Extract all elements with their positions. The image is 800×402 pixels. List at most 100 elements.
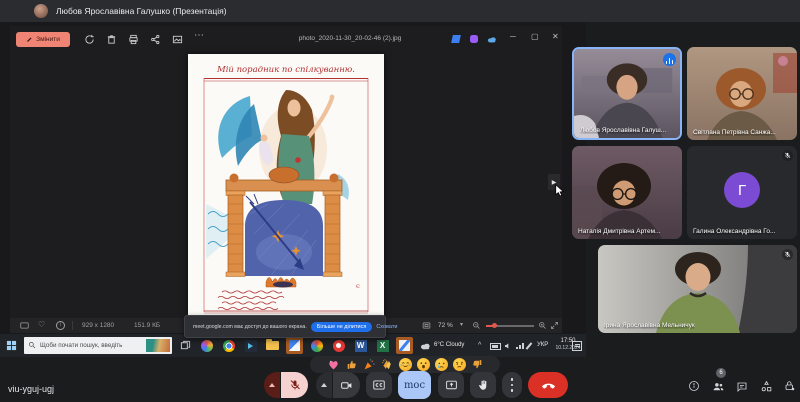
tears-of-joy-emoji[interactable] [399,358,412,371]
participants-button[interactable] [712,380,725,393]
filmstrip-icon[interactable] [20,322,29,329]
action-center-icon[interactable] [572,341,582,351]
zoom-level[interactable]: 72 % [438,322,453,329]
crying-emoji[interactable] [435,358,448,371]
share-icon[interactable] [150,34,161,45]
participant-name: Любов Ярославівна Галуш... [580,127,666,134]
thumbs-up-emoji[interactable] [345,358,358,371]
photos-pinwheel-app-icon[interactable] [198,337,215,354]
clapping-hands-emoji[interactable] [381,358,394,371]
hide-notification-link[interactable]: Сховати [376,324,397,330]
speaker-icon[interactable] [504,342,512,350]
paint-app-active-icon[interactable] [396,337,413,354]
zoom-slider[interactable] [486,325,534,327]
camera-icon [340,379,353,392]
purple-app-icon[interactable] [470,35,478,43]
file-explorer-icon[interactable] [264,337,281,354]
host-controls-lock-icon[interactable] [784,380,796,392]
participant-tile-3[interactable]: Наталія Дмитрівна Артем... [572,146,682,239]
participant-5-video [598,245,797,333]
meet-window: Любов Ярославівна Галушко (Презентація) … [0,0,800,402]
edit-button[interactable]: Змінити [16,32,70,47]
reactions-panel-button[interactable]: moc [398,371,431,399]
photos-app-active-icon[interactable] [286,337,303,354]
artwork-drawing: Мій порадник по спілкуванню. [188,54,384,316]
favorite-heart-icon[interactable]: ♡ [38,320,45,329]
zoom-in-icon[interactable] [538,321,547,330]
participant-tile-2[interactable]: Світлана Петрівна Санжа... [687,47,797,140]
weather-cloud-icon[interactable] [420,342,431,350]
meeting-code: viu-yguj-ugj [8,384,54,394]
zoom-dropdown-icon[interactable]: ▾ [460,321,463,328]
participants-count-badge: 6 [716,368,726,378]
slideshow-icon[interactable] [172,34,183,45]
end-call-icon [541,378,556,393]
photo-image: Мій порадник по спілкуванню. [188,54,384,316]
task-view-icon[interactable] [180,340,191,351]
captions-button[interactable] [366,372,392,398]
presentation-top-bar: Любов Ярославівна Галушко (Презентація) [0,0,800,22]
participant-name: Галина Олександрівна Го... [693,228,775,235]
status-separator [72,321,73,330]
chrome-app-icon[interactable] [220,337,237,354]
meeting-details-icon[interactable] [688,380,700,392]
toolbar-more-icon[interactable]: ⋯ [194,30,204,41]
stop-sharing-button[interactable]: Більше не ділитися [311,322,373,332]
shared-screen: Змінити ⋯ photo_2020-11-30_20-02-46 (2).… [0,22,586,357]
avatar [34,4,48,18]
excel-app-icon[interactable]: X [374,337,391,354]
onedrive-cloud-icon[interactable] [487,36,497,43]
image-filename: photo_2020-11-30_20-02-46 (2).jpg [250,35,450,42]
battery-icon[interactable] [490,343,501,350]
leave-call-button[interactable] [528,372,568,398]
activities-button[interactable] [760,380,773,393]
media-app-icon[interactable] [242,337,259,354]
red-circle-app-icon[interactable] [330,337,347,354]
word-app-icon[interactable]: W [352,337,369,354]
participant-tile-5[interactable]: Ірина Ярославівна Мельничук [598,245,797,333]
avatar-letter: Г [738,182,746,199]
camera-options-button[interactable] [316,372,332,398]
thinking-emoji[interactable] [453,358,466,371]
fullscreen-icon[interactable] [550,321,559,330]
present-button[interactable] [438,372,464,398]
delete-icon[interactable] [106,34,117,45]
notification-text: meet.google.com має доступ до вашого екр… [193,324,307,330]
taskbar-search[interactable]: Щоби почати пошук, введіть [24,337,172,354]
fit-to-window-icon[interactable] [422,321,431,330]
participant-tile-1[interactable]: Любов Ярославівна Галуш... [572,47,682,140]
language-indicator[interactable]: УКР [537,342,548,348]
mic-options-button[interactable] [264,372,280,398]
browser-profile-icon[interactable] [308,337,325,354]
maximize-icon[interactable]: ▢ [531,32,539,41]
network-icon[interactable] [516,343,524,349]
zoom-out-icon[interactable] [472,321,481,330]
zoom-slider-thumb[interactable] [492,323,497,328]
minimize-icon[interactable]: ─ [510,32,516,41]
camera-button[interactable] [333,372,360,398]
artwork-poem-lines [218,291,284,310]
mic-button[interactable] [281,372,308,398]
chat-button[interactable] [736,381,748,393]
more-options-button[interactable] [502,372,522,398]
mouse-cursor [555,184,564,196]
info-icon[interactable]: i [56,321,65,330]
print-icon[interactable] [128,34,139,45]
participant-name: Світлана Петрівна Санжа... [693,129,776,136]
party-popper-emoji[interactable] [363,358,376,371]
tray-chevron-icon[interactable]: ^ [478,342,481,349]
blue-app-icon[interactable] [451,35,461,43]
start-button[interactable] [6,340,17,351]
rotate-icon[interactable] [84,34,95,45]
participant-tile-4[interactable]: Г Галина Олександрівна Го... [687,146,797,239]
sparkling-heart-emoji[interactable] [327,358,340,371]
participant-3-video [572,146,682,239]
search-highlight-thumbnail[interactable] [146,339,170,352]
present-icon [445,379,458,392]
raise-hand-button[interactable] [470,372,496,398]
thumbs-down-emoji[interactable] [471,358,484,371]
astonished-emoji[interactable] [417,358,430,371]
close-icon[interactable]: ✕ [552,32,559,41]
pen-icon[interactable] [526,342,533,349]
weather-text[interactable]: 6°C Cloudy [434,342,464,348]
